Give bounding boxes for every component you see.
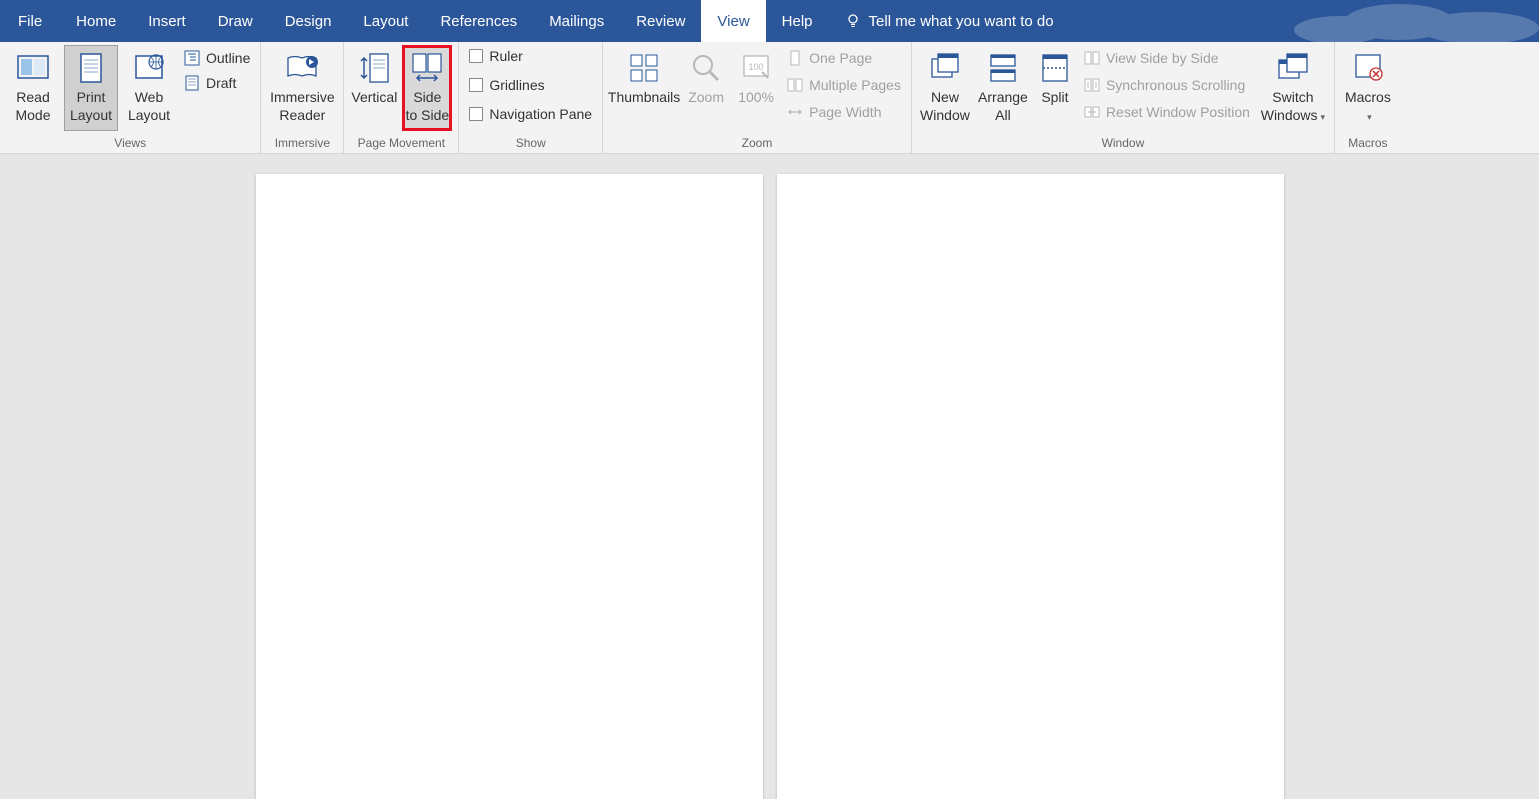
group-show: Ruler Gridlines Navigation Pane Show <box>459 42 603 153</box>
hundred-percent-icon: 100 <box>738 50 774 86</box>
side-to-side-button[interactable]: Side to Side <box>402 45 452 131</box>
multiple-pages-button: Multiple Pages <box>783 76 905 95</box>
switch-windows-button[interactable]: Switch Windows▾ <box>1258 45 1328 131</box>
tab-home[interactable]: Home <box>60 0 132 42</box>
checkbox-icon <box>469 78 483 92</box>
tab-references[interactable]: References <box>424 0 533 42</box>
synchronous-scrolling-icon <box>1084 77 1100 93</box>
synchronous-scrolling-button: Synchronous Scrolling <box>1080 76 1254 95</box>
group-immersive: Immersive Reader Immersive <box>261 42 344 153</box>
switch-windows-icon <box>1275 50 1311 86</box>
immersive-reader-icon <box>284 50 320 86</box>
draft-button[interactable]: Draft <box>180 74 254 93</box>
group-views: Read Mode Print Layout Web Layout Outlin… <box>0 42 261 153</box>
tab-mailings[interactable]: Mailings <box>533 0 620 42</box>
draft-icon <box>184 75 200 91</box>
page-width-button: Page Width <box>783 103 905 122</box>
page-width-icon <box>787 104 803 120</box>
ruler-checkbox[interactable]: Ruler <box>465 47 596 66</box>
arrange-all-button[interactable]: Arrange All <box>976 45 1030 131</box>
outline-icon <box>184 50 200 66</box>
chevron-down-icon: ▾ <box>1367 112 1372 122</box>
decorative-clouds <box>1279 0 1539 42</box>
split-button[interactable]: Split <box>1034 45 1076 131</box>
tab-draw[interactable]: Draw <box>202 0 269 42</box>
web-layout-icon <box>131 50 167 86</box>
group-macros-label: Macros <box>1341 134 1395 153</box>
macros-button[interactable]: Macros▾ <box>1341 45 1395 131</box>
group-immersive-label: Immersive <box>267 134 337 153</box>
checkbox-icon <box>469 107 483 121</box>
group-window-label: Window <box>918 134 1328 153</box>
chevron-down-icon: ▾ <box>1321 112 1326 122</box>
reset-window-position-button: Reset Window Position <box>1080 103 1254 122</box>
print-layout-button[interactable]: Print Layout <box>64 45 118 131</box>
print-layout-icon <box>73 50 109 86</box>
navigation-pane-checkbox[interactable]: Navigation Pane <box>465 105 596 124</box>
tab-help[interactable]: Help <box>766 0 829 42</box>
hundred-percent-button: 100 100% <box>733 45 779 131</box>
reset-window-position-icon <box>1084 104 1100 120</box>
group-window: New Window Arrange All Split View Side b… <box>912 42 1335 153</box>
new-window-icon <box>927 50 963 86</box>
web-layout-button[interactable]: Web Layout <box>122 45 176 131</box>
multiple-pages-icon <box>787 77 803 93</box>
macros-icon <box>1350 50 1386 86</box>
arrange-all-icon <box>985 50 1021 86</box>
tab-file[interactable]: File <box>0 0 60 42</box>
zoom-icon <box>688 50 724 86</box>
tab-insert[interactable]: Insert <box>132 0 202 42</box>
thumbnails-button[interactable]: Thumbnails <box>609 45 679 131</box>
lightbulb-icon <box>845 13 861 29</box>
group-macros: Macros▾ Macros <box>1335 42 1401 153</box>
side-to-side-icon <box>409 50 445 86</box>
gridlines-checkbox[interactable]: Gridlines <box>465 76 596 95</box>
document-page[interactable] <box>256 174 763 799</box>
view-side-by-side-button: View Side by Side <box>1080 49 1254 68</box>
group-page-movement-label: Page Movement <box>350 134 452 153</box>
vertical-button[interactable]: Vertical <box>350 45 398 131</box>
checkbox-icon <box>469 49 483 63</box>
tab-design[interactable]: Design <box>269 0 348 42</box>
view-side-by-side-icon <box>1084 50 1100 66</box>
menubar: File Home Insert Draw Design Layout Refe… <box>0 0 1539 42</box>
immersive-reader-button[interactable]: Immersive Reader <box>267 45 337 131</box>
one-page-button: One Page <box>783 49 905 68</box>
vertical-icon <box>356 50 392 86</box>
group-show-label: Show <box>465 134 596 153</box>
document-canvas[interactable] <box>0 154 1539 799</box>
tab-review[interactable]: Review <box>620 0 701 42</box>
zoom-button: Zoom <box>683 45 729 131</box>
outline-button[interactable]: Outline <box>180 49 254 68</box>
read-mode-icon <box>15 50 51 86</box>
thumbnails-icon <box>626 50 662 86</box>
group-zoom-label: Zoom <box>609 134 905 153</box>
group-page-movement: Vertical Side to Side Page Movement <box>344 42 459 153</box>
group-views-label: Views <box>6 134 254 153</box>
read-mode-button[interactable]: Read Mode <box>6 45 60 131</box>
document-page[interactable] <box>777 174 1284 799</box>
tab-layout[interactable]: Layout <box>347 0 424 42</box>
tab-view[interactable]: View <box>701 0 765 42</box>
svg-text:100: 100 <box>749 62 764 72</box>
split-icon <box>1037 50 1073 86</box>
tell-me-search[interactable]: Tell me what you want to do <box>835 0 1064 42</box>
new-window-button[interactable]: New Window <box>918 45 972 131</box>
group-zoom: Thumbnails Zoom 100 100% One Page <box>603 42 912 153</box>
tell-me-label: Tell me what you want to do <box>869 13 1054 30</box>
one-page-icon <box>787 50 803 66</box>
ribbon: Read Mode Print Layout Web Layout Outlin… <box>0 42 1539 154</box>
